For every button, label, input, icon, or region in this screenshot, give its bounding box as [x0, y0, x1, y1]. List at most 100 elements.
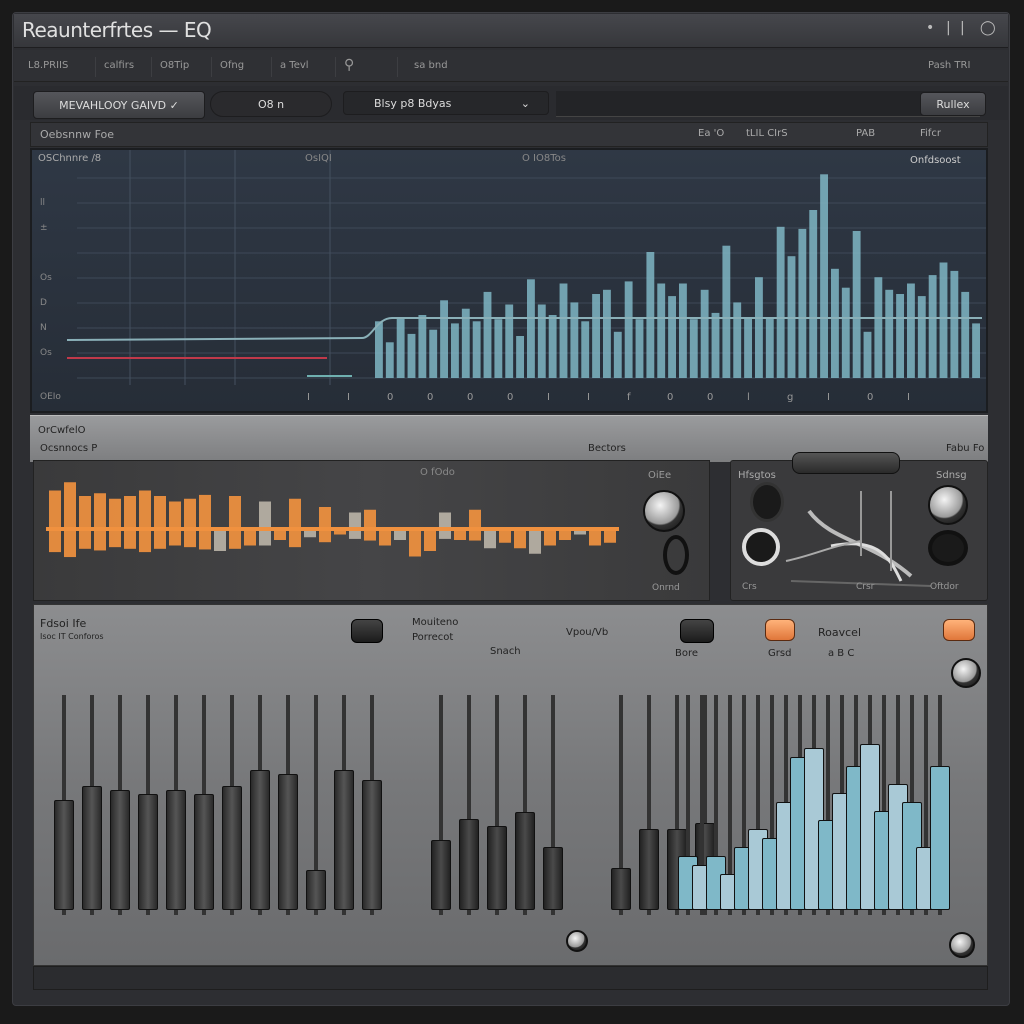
- waveform-bar: [49, 490, 61, 553]
- mid-fader[interactable]: [515, 812, 535, 910]
- channel-fader[interactable]: [110, 790, 130, 910]
- fx-knob-1[interactable]: [750, 482, 784, 522]
- waveform-bar: [139, 490, 151, 553]
- waveform-bar: [154, 496, 166, 549]
- spectrum-option[interactable]: Onfdsoost: [910, 155, 961, 166]
- channel-fader[interactable]: [54, 800, 74, 910]
- channel-fader[interactable]: [222, 786, 242, 910]
- spectrum-bar: [635, 319, 644, 378]
- header-item-2[interactable]: tLIL CIrS: [746, 128, 788, 139]
- spectrum-bar: [907, 283, 915, 378]
- fx-handle[interactable]: [792, 452, 900, 474]
- spectrum-bar: [863, 331, 872, 378]
- menu-item-4[interactable]: Ofng: [212, 57, 272, 77]
- mid-sub: Porrecot: [412, 632, 454, 643]
- spectrum-bar: [407, 333, 416, 378]
- spectrum-bar: [624, 281, 633, 378]
- menu-item-3[interactable]: O8Tip: [152, 57, 212, 77]
- mid-knob[interactable]: [566, 930, 588, 952]
- spectrum-bar: [505, 304, 514, 378]
- channel-fader[interactable]: [138, 794, 158, 910]
- spectrum-bar: [451, 323, 459, 378]
- channel-fader[interactable]: [306, 870, 326, 910]
- pill-control[interactable]: O8 n: [210, 91, 332, 117]
- waveform-bar: [364, 509, 376, 541]
- waveform-bar: [589, 529, 601, 546]
- mid-fader[interactable]: [459, 819, 479, 910]
- search-icon[interactable]: ⚲: [336, 57, 398, 77]
- menu-right-label: Pash TRI: [928, 60, 971, 71]
- spectrum-bottom-label: OEIo: [40, 392, 61, 402]
- fx-knob-4[interactable]: [928, 530, 968, 566]
- header-item-4[interactable]: Fifcr: [920, 128, 941, 139]
- waveform-bar: [439, 512, 451, 539]
- x-tick-label: 0: [427, 392, 433, 403]
- x-tick-label: I: [347, 392, 350, 403]
- waveform-label: O fOdo: [420, 467, 455, 478]
- solo-button[interactable]: [765, 619, 795, 641]
- spectrum-bar: [483, 291, 492, 378]
- close-button[interactable]: ◯: [980, 20, 996, 36]
- mid-fader[interactable]: [543, 847, 563, 910]
- fx-knob-3[interactable]: [928, 485, 968, 525]
- gain-knob[interactable]: [951, 658, 981, 688]
- x-tick-label: I: [827, 392, 830, 403]
- waveform-bar: [604, 529, 616, 543]
- toolbar-field[interactable]: [556, 91, 980, 117]
- spectrum-bar: [679, 283, 687, 378]
- x-tick-label: I: [547, 392, 550, 403]
- preset-dropdown[interactable]: Blsy p8 Bdyas ⌄: [343, 91, 549, 115]
- mid-fader[interactable]: [431, 840, 451, 910]
- x-tick-label: I: [307, 392, 310, 403]
- waveform-ring[interactable]: [663, 535, 689, 575]
- spectrum-bar: [559, 283, 568, 378]
- mid-fader[interactable]: [639, 828, 659, 910]
- waveform-bar: [64, 482, 76, 558]
- spectrum-bar: [939, 262, 948, 378]
- menu-item-1[interactable]: L8.PRIIS: [20, 57, 96, 77]
- channel-fader[interactable]: [250, 770, 270, 910]
- mixer-title: Fdsoi Ife: [40, 617, 87, 630]
- chevron-down-icon: ⌄: [520, 96, 530, 110]
- menu-field[interactable]: sa bnd: [406, 57, 456, 77]
- mid-fader[interactable]: [611, 868, 631, 910]
- channel-fader[interactable]: [334, 770, 354, 910]
- preset-button[interactable]: MEVAHLOOY GAIVD ✓: [33, 91, 205, 119]
- minimize-button[interactable]: •: [926, 20, 934, 36]
- output-knob[interactable]: [949, 932, 975, 958]
- menu-item-2[interactable]: calfirs: [96, 57, 152, 77]
- channel-fader[interactable]: [278, 774, 298, 910]
- spectrum-bar: [613, 331, 622, 378]
- waveform-bar: [424, 529, 436, 551]
- channel-fader[interactable]: [362, 780, 382, 910]
- spectrum-bar: [396, 317, 405, 378]
- spectrum-bar: [385, 342, 394, 378]
- spectrum-bar: [689, 319, 698, 378]
- channel-fader[interactable]: [82, 786, 102, 910]
- spectrum-bar: [841, 287, 850, 378]
- spectrum-bar: [776, 226, 785, 378]
- grad-label: Grsd: [768, 648, 792, 659]
- menu-item-5[interactable]: a Tevl: [272, 57, 336, 77]
- eq-band-fader[interactable]: [930, 766, 950, 910]
- spectrum-bar: [603, 289, 611, 378]
- mid-title: Mouiteno: [412, 617, 459, 628]
- window-title: Reaunterfrtes — EQ: [22, 18, 212, 42]
- header-item-3[interactable]: PAB: [856, 128, 875, 139]
- mid-fader[interactable]: [487, 826, 507, 910]
- waveform-knob[interactable]: [643, 490, 685, 532]
- right-button[interactable]: Rullex: [920, 92, 986, 116]
- waveform-bar: [469, 509, 481, 541]
- record-button[interactable]: [943, 619, 975, 641]
- channel-fader[interactable]: [166, 790, 186, 910]
- fx-bottom-center: Crsr: [856, 582, 875, 592]
- restore-button[interactable]: |: [960, 20, 965, 36]
- y-tick-label: ll: [40, 198, 45, 208]
- channel-fader[interactable]: [194, 794, 214, 910]
- mute-button[interactable]: [351, 619, 383, 643]
- bypass-button[interactable]: [680, 619, 714, 643]
- header-item-1[interactable]: Ea 'O: [698, 128, 724, 139]
- maximize-button[interactable]: |: [946, 20, 951, 36]
- right-title: Roavcel: [818, 626, 862, 639]
- fx-knob-2[interactable]: [742, 528, 780, 566]
